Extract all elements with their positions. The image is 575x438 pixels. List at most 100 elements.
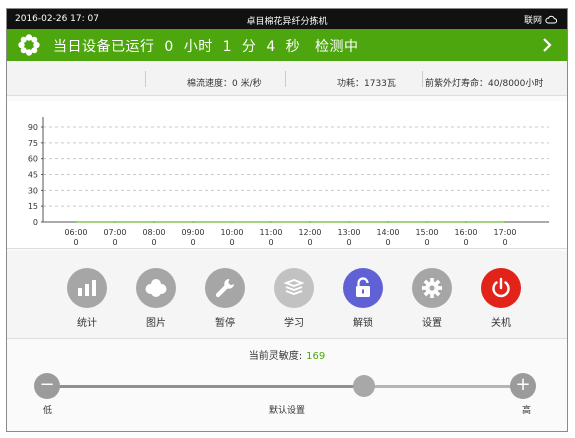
unlock-label: 解锁 [353, 318, 373, 329]
cotton-icon [145, 279, 167, 297]
data-label: 0 [463, 238, 468, 247]
network-label: 联网 [523, 16, 542, 26]
app-window: 2016-02-26 17: 07 卓目棉花异纤分拣机 联网 当日设备已运行 0… [6, 8, 568, 432]
x-tick-label: 09:00 [181, 228, 204, 237]
settings-circle [412, 268, 452, 308]
cotton-speed: 棉流速度：0 米/秒 [187, 79, 262, 89]
chevron-right-icon[interactable] [541, 36, 553, 54]
gear-icon [422, 278, 442, 298]
x-tick-label: 16:00 [454, 228, 477, 237]
data-label: 0 [502, 238, 507, 247]
pause-circle [205, 268, 245, 308]
wrench-icon [215, 279, 234, 298]
learn-label: 学习 [284, 318, 304, 329]
stats-label: 统计 [77, 318, 97, 329]
learn-button[interactable]: 学习 [272, 268, 316, 330]
data-label: 0 [385, 238, 390, 247]
runtime-banner[interactable]: 当日设备已运行 0 小时 1 分 4 秒 检测中 [7, 29, 567, 61]
lamp-life: 前紫外灯寿命：40/8000小时 [425, 79, 544, 89]
data-point [231, 221, 233, 223]
data-label: 0 [229, 238, 234, 247]
data-point [153, 221, 155, 223]
data-point [426, 221, 428, 223]
data-point [504, 221, 506, 223]
x-tick-label: 17:00 [493, 228, 516, 237]
power-icon [492, 277, 510, 298]
sensitivity-panel: 当前灵敏度: 169 − + 低 默认设置 高 [7, 341, 567, 431]
stats-button[interactable]: 统计 [65, 268, 109, 330]
divider [422, 71, 423, 87]
divider [285, 71, 286, 87]
y-tick-label: 75 [28, 139, 38, 148]
pause-button[interactable]: 暂停 [203, 268, 247, 330]
x-tick-label: 11:00 [259, 228, 282, 237]
sensitivity-caption-row: 当前灵敏度: 169 [7, 347, 567, 362]
data-label: 0 [73, 238, 78, 247]
control-buttons: 统计 图片 暂停 学习 解锁 设置 关机 [7, 251, 567, 339]
pictures-button[interactable]: 图片 [134, 268, 178, 330]
sensitivity-slider-track[interactable] [47, 385, 523, 388]
x-tick-label: 07:00 [103, 228, 126, 237]
bar-chart-icon [78, 280, 96, 296]
sensitivity-value: 169 [306, 351, 326, 362]
decrease-button[interactable]: − [34, 373, 60, 399]
data-label: 0 [346, 238, 351, 247]
sensitivity-slider-knob[interactable] [353, 375, 376, 397]
runtime-text: 当日设备已运行 0 小时 1 分 4 秒 检测中 [53, 39, 359, 55]
divider [145, 71, 146, 87]
y-tick-label: 90 [28, 123, 38, 132]
data-point [465, 221, 467, 223]
shutdown-circle [481, 268, 521, 308]
flower-icon [18, 34, 40, 56]
data-point [192, 221, 194, 223]
x-tick-label: 14:00 [376, 228, 399, 237]
chart-svg: 015304560759006:00007:00008:00009:00010:… [28, 117, 549, 247]
default-settings-button[interactable]: 默认设置 [7, 403, 567, 416]
high-label: 高 [521, 406, 531, 416]
y-tick-label: 60 [28, 155, 38, 164]
network-status: 联网 [524, 13, 557, 26]
shutdown-button[interactable]: 关机 [479, 268, 523, 330]
x-tick-label: 06:00 [64, 228, 87, 237]
app-title: 卓目棉花异纤分拣机 [246, 17, 328, 27]
data-label: 0 [268, 238, 273, 247]
data-point [114, 221, 116, 223]
status-bar: 2016-02-26 17: 07 卓目棉花异纤分拣机 联网 [7, 9, 567, 29]
unlock-button[interactable]: 解锁 [341, 268, 385, 330]
unlock-circle [343, 268, 383, 308]
x-tick-label: 12:00 [298, 228, 321, 237]
x-tick-label: 15:00 [415, 228, 438, 237]
data-label: 0 [307, 238, 312, 247]
data-label: 0 [190, 238, 195, 247]
x-tick-label: 13:00 [337, 228, 360, 237]
data-point [348, 221, 350, 223]
x-tick-label: 08:00 [142, 228, 165, 237]
data-point [75, 221, 77, 223]
y-tick-label: 45 [28, 171, 38, 180]
power-usage: 功耗：1733瓦 [337, 79, 396, 89]
pause-label: 暂停 [215, 318, 235, 329]
pictures-label: 图片 [146, 318, 166, 329]
data-point [387, 221, 389, 223]
data-label: 0 [112, 238, 117, 247]
info-bar: 棉流速度：0 米/秒 功耗：1733瓦 前紫外灯寿命：40/8000小时 [7, 61, 567, 96]
x-tick-label: 10:00 [220, 228, 243, 237]
shutdown-label: 关机 [491, 318, 511, 329]
data-label: 0 [424, 238, 429, 247]
settings-label: 设置 [422, 318, 442, 329]
settings-button[interactable]: 设置 [410, 268, 454, 330]
pictures-circle [136, 268, 176, 308]
y-tick-label: 30 [28, 186, 38, 195]
increase-button[interactable]: + [510, 373, 536, 399]
stats-circle [67, 268, 107, 308]
sensitivity-caption: 当前灵敏度: [248, 351, 303, 362]
layers-icon [283, 279, 305, 295]
data-point [309, 221, 311, 223]
y-tick-label: 0 [33, 218, 38, 227]
unlock-icon [356, 277, 370, 297]
cloud-icon [545, 15, 557, 24]
data-point [270, 221, 272, 223]
y-tick-label: 15 [28, 202, 38, 211]
sensitivity-slider-fill [47, 385, 365, 388]
hourly-chart: 0 15 30 45 60 75 90 06:00 0 07:00 0 08:00 0 09:00 0 10:… [7, 101, 567, 249]
